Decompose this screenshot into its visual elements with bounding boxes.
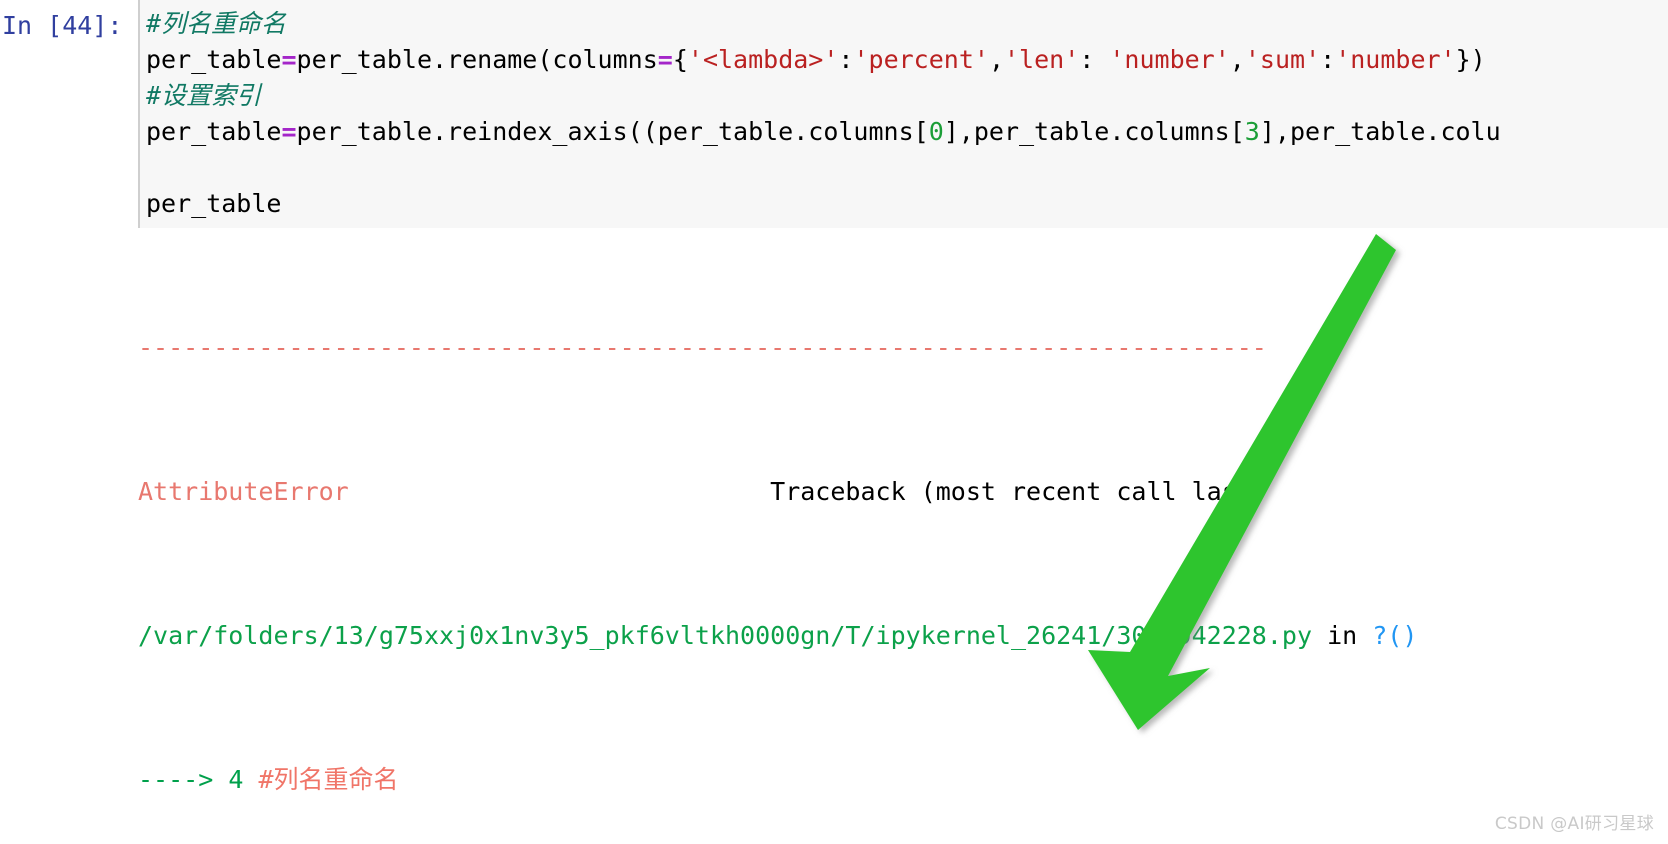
code-token: 'len' (1004, 45, 1080, 74)
code-line-6: per_table (146, 189, 282, 218)
code-token: = (281, 117, 297, 146)
code-line-4: per_table=per_table.reindex_axis((per_ta… (146, 114, 1668, 150)
traceback-frame1-code-4: ----> 4 #列名重命名 (138, 762, 1668, 798)
notebook-screenshot: In [44]: #列名重命名 per_table=per_table.rena… (0, 0, 1668, 844)
code-token: 'number' (1109, 45, 1230, 74)
traceback-error-name: AttributeError (138, 477, 349, 506)
code-token: per_table.reindex_axis((per_table.column… (296, 117, 929, 146)
code-input-area[interactable]: #列名重命名 per_table=per_table.rename(column… (138, 0, 1668, 228)
traceback-header-line: AttributeError Traceback (most recent ca… (138, 474, 1668, 510)
code-token: { (672, 45, 688, 74)
code-token: per_table.rename(columns (296, 45, 658, 74)
traceback-frame1-in: in (1327, 621, 1358, 650)
code-token: 'sum' (1244, 45, 1321, 74)
traceback-header-text: Traceback (most recent call last) (770, 477, 1267, 506)
traceback-frame1-path-line: /var/folders/13/g75xxj0x1nv3y5_pkf6vltkh… (138, 618, 1668, 654)
traceback-frame1-path: /var/folders/13/g75xxj0x1nv3y5_pkf6vltkh… (138, 621, 1312, 650)
input-cell-row: In [44]: #列名重命名 per_table=per_table.rena… (0, 0, 1668, 228)
code-token: per_table (146, 45, 282, 74)
code-comment-text: #列名重命名 (146, 9, 287, 38)
code-token: : (1079, 45, 1110, 74)
code-line-1: #列名重命名 (146, 6, 1668, 42)
traceback-arrow-marker: ----> (138, 765, 229, 794)
code-token: per_table (146, 117, 282, 146)
code-token: = (281, 45, 297, 74)
code-token: 'number' (1335, 45, 1456, 74)
code-token: }) (1455, 45, 1486, 74)
code-token: '<lambda>' (687, 45, 839, 74)
code-token: , (1229, 45, 1245, 74)
code-line-2: per_table=per_table.rename(columns={'<la… (146, 42, 1668, 78)
code-token: 3 (1244, 117, 1260, 146)
code-token: : (1320, 45, 1336, 74)
input-prompt-label: In [44]: (2, 11, 123, 40)
code-token: 'percent' (853, 45, 989, 74)
code-token: , (988, 45, 1004, 74)
code-token: : (838, 45, 854, 74)
traceback-frame1-func: ?() (1372, 621, 1418, 650)
code-token: ],per_table.columns[ (943, 117, 1245, 146)
code-line-3: #设置索引 (146, 78, 1668, 114)
code-comment-text: #设置索引 (146, 81, 262, 110)
code-token: 0 (928, 117, 944, 146)
watermark-text: CSDN @AI研习星球 (1494, 814, 1654, 834)
traceback-line-number: 4 (228, 765, 244, 794)
code-token: ],per_table.colu (1259, 117, 1501, 146)
traceback-output: ----------------------------------------… (138, 222, 1668, 844)
code-line-5-blank (146, 150, 1668, 186)
code-token: = (657, 45, 673, 74)
traceback-rule: ----------------------------------------… (138, 330, 1668, 366)
traceback-code-text: #列名重命名 (258, 765, 399, 794)
traceback-rule-text: ----------------------------------------… (138, 333, 1267, 362)
